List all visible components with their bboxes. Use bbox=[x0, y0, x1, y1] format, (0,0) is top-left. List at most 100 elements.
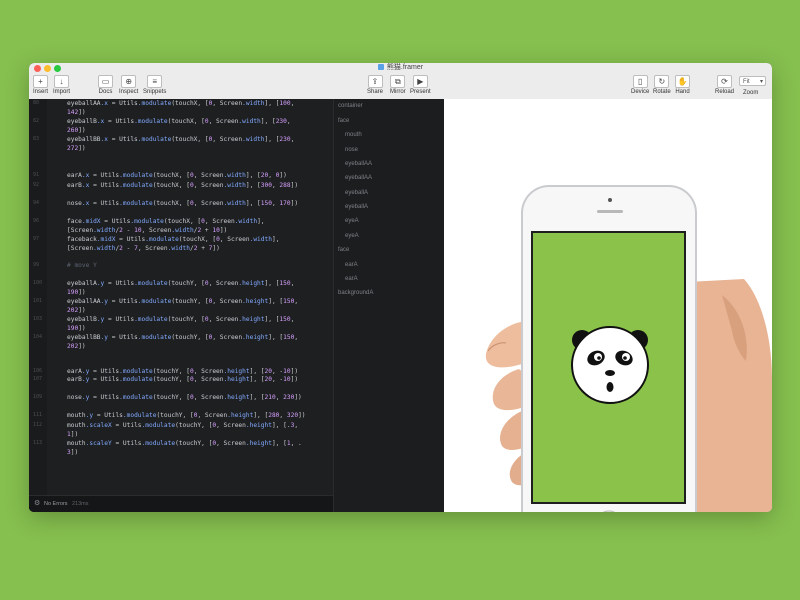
code-token: = Utils bbox=[93, 412, 123, 419]
line-number: 109 bbox=[33, 394, 43, 400]
code-token: , Screen bbox=[193, 394, 224, 401]
code-token: ], [ bbox=[249, 368, 265, 375]
layer-item[interactable]: nose bbox=[345, 147, 358, 153]
mirror-label: Mirror bbox=[390, 89, 406, 95]
hand-button[interactable]: ✋ Hand bbox=[675, 75, 690, 95]
device-button[interactable]: ▯ Device bbox=[631, 75, 649, 95]
code-token: + bbox=[201, 227, 213, 234]
code-token: = Utils bbox=[89, 394, 120, 401]
code-token: , Screen bbox=[212, 298, 243, 305]
number-token: 202 bbox=[67, 343, 79, 350]
number-token: 100 bbox=[279, 100, 291, 107]
code-token: , bbox=[294, 334, 299, 341]
snippets-button[interactable]: ≡ Snippets bbox=[143, 75, 166, 95]
code-token: , Screen bbox=[193, 172, 224, 179]
code-token: mouth bbox=[67, 440, 86, 447]
device-preview bbox=[444, 99, 772, 512]
code-token: = Utils bbox=[111, 440, 142, 447]
layer-item[interactable]: earA bbox=[345, 276, 358, 282]
property-token: .width bbox=[234, 218, 258, 225]
layer-item[interactable]: eyeballA bbox=[345, 190, 368, 196]
code-token: (touchY, [ bbox=[175, 422, 213, 429]
code-token: ], [ bbox=[268, 298, 284, 305]
insert-button[interactable]: + Insert bbox=[33, 75, 48, 95]
layer-item[interactable]: mouth bbox=[345, 132, 362, 138]
share-button[interactable]: ⇪ Share bbox=[367, 75, 383, 95]
docs-button[interactable]: ▭ Docs bbox=[98, 75, 113, 95]
line-number: 92 bbox=[33, 182, 40, 188]
code-text-continuation: 202]) bbox=[67, 306, 86, 315]
layer-item[interactable]: container bbox=[338, 103, 363, 109]
property-token: .scaleX bbox=[85, 422, 112, 429]
code-editor[interactable]: 80 eyeballAA.x = Utils.modulate(touchX, [… bbox=[29, 99, 333, 512]
window-title-text: 熊猫.framer bbox=[386, 64, 424, 71]
code-text-continuation: 142]) bbox=[67, 108, 86, 117]
zoom-label: Zoom bbox=[743, 90, 759, 96]
number-token: 142 bbox=[67, 109, 79, 116]
property-token: .height bbox=[245, 440, 272, 447]
line-number: 83 bbox=[33, 136, 40, 142]
code-token: , - bbox=[271, 376, 284, 383]
code-token: ]) bbox=[298, 412, 306, 419]
code-token: ], [ bbox=[249, 394, 265, 401]
property-token: .modulate bbox=[119, 182, 153, 189]
layer-item[interactable]: face bbox=[338, 118, 349, 124]
toolbar: + Insert ↓ Import ▭ Docs ⊕ Inspect ≡ Sni… bbox=[29, 73, 772, 100]
import-button[interactable]: ↓ Import bbox=[53, 75, 70, 95]
number-token: 230 bbox=[283, 394, 295, 401]
layer-item[interactable]: eyeballAA bbox=[345, 161, 372, 167]
code-text-continuation: 272]) bbox=[67, 144, 86, 153]
code-token: eyeballBB bbox=[67, 334, 101, 341]
number-token: 272 bbox=[67, 145, 79, 152]
property-token: .width bbox=[242, 100, 265, 107]
reload-button[interactable]: ⟳ Reload bbox=[715, 75, 734, 95]
gear-icon[interactable]: ⚙ bbox=[34, 496, 40, 512]
layer-item[interactable]: eyeballAA bbox=[345, 175, 372, 181]
rotate-button[interactable]: ↻ Rotate bbox=[653, 75, 671, 95]
line-number: 97 bbox=[33, 236, 40, 242]
reload-icon: ⟳ bbox=[717, 75, 732, 88]
share-label: Share bbox=[367, 89, 384, 95]
layer-item[interactable]: backgroundA bbox=[338, 290, 373, 296]
code-token: , Screen bbox=[193, 182, 224, 189]
layer-item[interactable]: eyeA bbox=[345, 233, 359, 239]
property-token: .height bbox=[223, 394, 250, 401]
code-token: ]) bbox=[78, 343, 86, 350]
docs-icon: ▭ bbox=[98, 75, 113, 88]
rotate-icon: ↻ bbox=[654, 75, 670, 88]
code-token: (touchY, [ bbox=[175, 440, 213, 447]
present-button[interactable]: ▶ Present bbox=[410, 75, 431, 95]
zoom-select[interactable]: Fit ▾ bbox=[739, 76, 766, 86]
inspect-button[interactable]: ⊕ Inspect bbox=[119, 75, 138, 95]
plus-icon: + bbox=[33, 75, 48, 88]
property-token: .height bbox=[238, 316, 265, 323]
preview-canvas bbox=[485, 185, 772, 512]
code-text: earB.x = Utils.modulate(touchX, [0, Scre… bbox=[67, 181, 298, 190]
code-token: = Utils bbox=[115, 236, 146, 243]
line-number: 96 bbox=[33, 218, 40, 224]
code-token: = Utils bbox=[89, 368, 120, 375]
property-token: .height bbox=[227, 412, 254, 419]
code-token: ], [ bbox=[268, 334, 284, 341]
present-icon: ▶ bbox=[412, 75, 428, 88]
code-token: ], [ bbox=[264, 136, 280, 143]
layer-item[interactable]: earA bbox=[345, 262, 358, 268]
code-token: ], [. bbox=[271, 422, 291, 429]
layer-item[interactable]: eyeballA bbox=[345, 204, 368, 210]
code-token: [Screen bbox=[67, 245, 94, 252]
number-token: 288 bbox=[279, 182, 291, 189]
code-token: + bbox=[197, 245, 209, 252]
layer-item[interactable]: face bbox=[338, 247, 349, 253]
device-label: Device bbox=[631, 89, 650, 95]
line-number: 104 bbox=[33, 334, 43, 340]
layer-item[interactable]: eyeA bbox=[345, 218, 359, 224]
code-text: eyeballA.y = Utils.modulate(touchY, [0, … bbox=[67, 279, 294, 288]
code-token: ]) bbox=[219, 227, 228, 234]
property-token: .modulate bbox=[119, 394, 153, 401]
mirror-button[interactable]: ⧉ Mirror bbox=[390, 75, 406, 95]
code-token: (touchY, [ bbox=[171, 334, 209, 341]
code-token: = Utils bbox=[100, 218, 131, 225]
property-token: .height bbox=[242, 298, 269, 305]
number-token: 10 bbox=[283, 376, 291, 383]
code-token: (touchX, [ bbox=[167, 118, 205, 125]
